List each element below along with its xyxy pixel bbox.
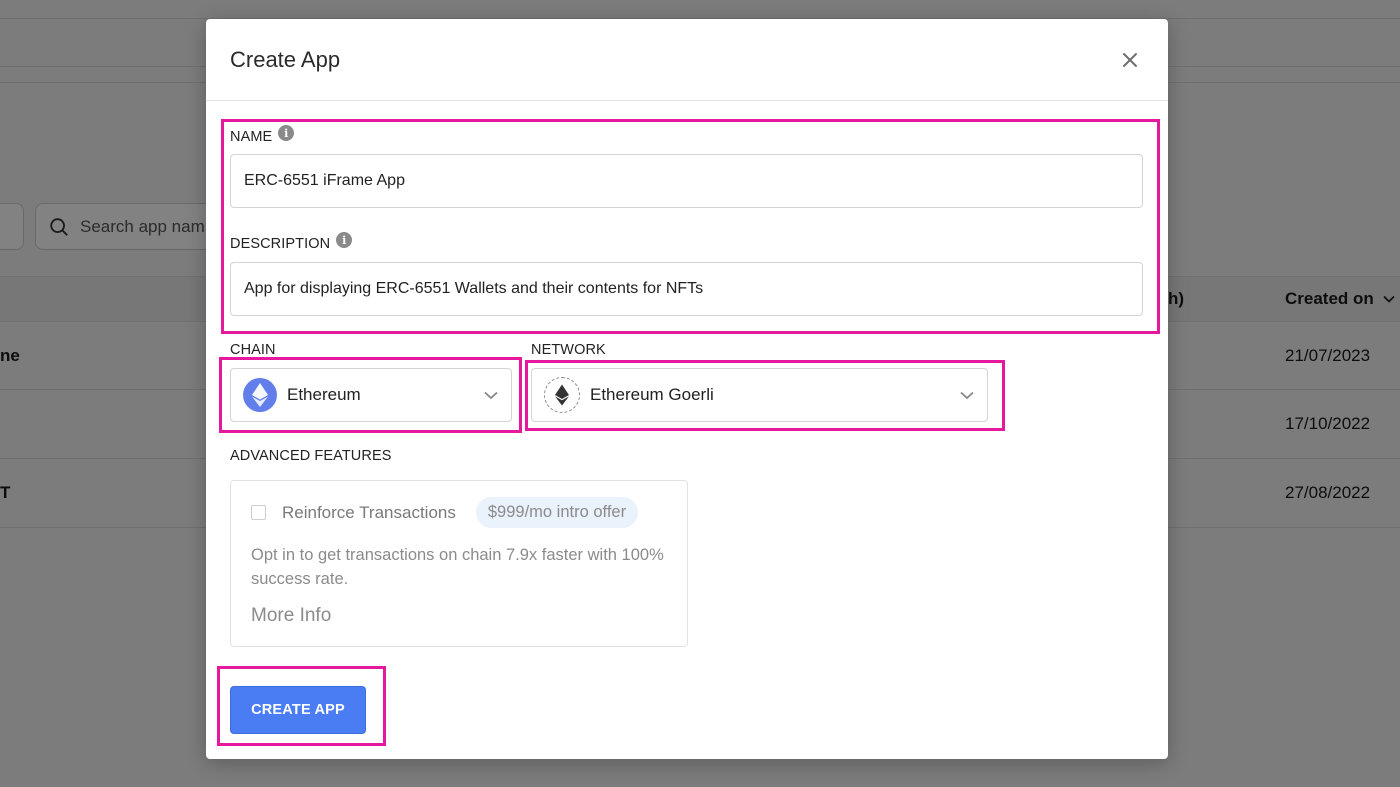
chain-label: CHAIN <box>230 342 276 358</box>
chain-select[interactable]: Ethereum <box>230 368 512 422</box>
network-label: NETWORK <box>531 342 606 358</box>
reinforce-transactions-description: Opt in to get transactions on chain 7.9x… <box>251 546 664 588</box>
chevron-down-icon <box>960 391 974 400</box>
advanced-features-card: Reinforce Transactions $999/mo intro off… <box>230 480 688 647</box>
network-label-text: NETWORK <box>531 342 606 358</box>
close-button[interactable] <box>1116 46 1144 74</box>
name-input-value: ERC-6551 iFrame App <box>244 172 405 189</box>
name-label-text: NAME <box>230 129 273 145</box>
ethereum-icon <box>544 377 580 413</box>
advanced-features-label-text: ADVANCED FEATURES <box>230 448 392 464</box>
name-label: NAME i <box>230 125 295 145</box>
description-input-value: App for displaying ERC-6551 Wallets and … <box>244 280 704 297</box>
create-app-button[interactable]: CREATE APP <box>230 686 366 734</box>
chain-label-text: CHAIN <box>230 342 276 358</box>
chain-select-value: Ethereum <box>287 385 361 404</box>
close-icon <box>1123 52 1137 67</box>
reinforce-transactions-checkbox[interactable] <box>251 505 266 520</box>
network-select[interactable]: Ethereum Goerli <box>531 368 988 422</box>
reinforce-transactions-title: Reinforce Transactions <box>282 502 456 522</box>
offer-badge: $999/mo intro offer <box>475 497 639 528</box>
description-input[interactable]: App for displaying ERC-6551 Wallets and … <box>230 262 1143 316</box>
create-app-modal: Create App NAME i ERC-6551 iFrame App DE… <box>206 19 1168 759</box>
description-label: DESCRIPTION i <box>230 232 353 252</box>
modal-header: Create App <box>206 19 1168 101</box>
name-input[interactable]: ERC-6551 iFrame App <box>230 154 1143 208</box>
description-label-text: DESCRIPTION <box>230 236 331 252</box>
more-info-link[interactable]: More Info <box>251 605 331 627</box>
ethereum-icon <box>243 378 277 412</box>
reinforce-transactions-row: Reinforce Transactions $999/mo intro off… <box>251 497 639 528</box>
info-icon[interactable]: i <box>336 232 353 248</box>
network-select-value: Ethereum Goerli <box>590 385 714 404</box>
advanced-features-label: ADVANCED FEATURES <box>230 448 392 464</box>
chevron-down-icon <box>484 391 498 400</box>
info-icon[interactable]: i <box>278 125 295 141</box>
modal-title: Create App <box>230 46 341 72</box>
